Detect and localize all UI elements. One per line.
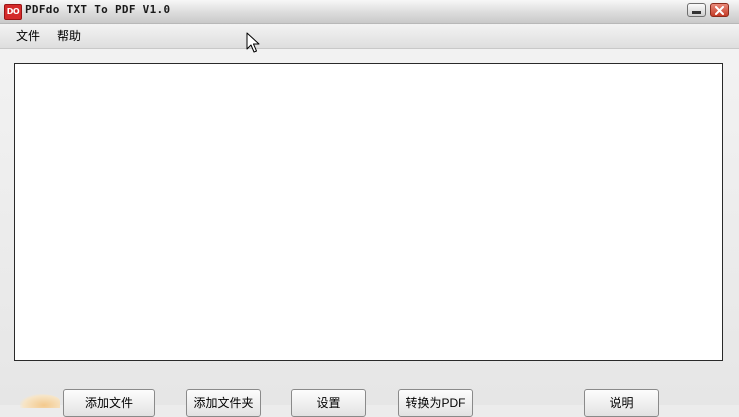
title-bar[interactable]: DO PDFdo TXT To PDF V1.0 [0, 0, 739, 24]
mouse-cursor-icon [246, 32, 260, 53]
app-window: DO PDFdo TXT To PDF V1.0 文件 帮助 添加文件 添加文件… [0, 0, 739, 417]
file-list-box[interactable] [14, 63, 723, 361]
settings-button[interactable]: 设置 [291, 389, 366, 417]
convert-to-pdf-button[interactable]: 转换为PDF [398, 389, 473, 417]
window-title: PDFdo TXT To PDF V1.0 [25, 3, 171, 16]
add-file-button[interactable]: 添加文件 [63, 389, 155, 417]
menu-help[interactable]: 帮助 [54, 29, 84, 43]
menu-bar: 文件 帮助 [0, 24, 739, 49]
minimize-button[interactable] [687, 3, 706, 17]
menu-file[interactable]: 文件 [13, 29, 43, 43]
minimize-icon [692, 10, 701, 14]
about-button[interactable]: 说明 [584, 389, 659, 417]
decorative-logo [20, 394, 60, 408]
app-icon: DO [4, 4, 22, 20]
close-button[interactable] [710, 3, 729, 17]
close-icon [715, 5, 724, 15]
add-folder-button[interactable]: 添加文件夹 [186, 389, 261, 417]
